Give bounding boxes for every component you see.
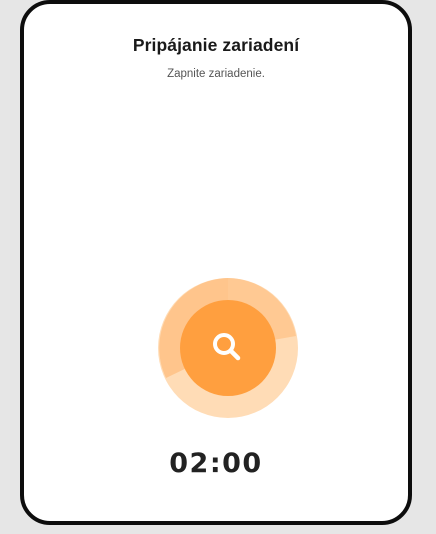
page-subtitle: Zapnite zariadenie. <box>167 68 265 80</box>
search-button[interactable] <box>158 278 298 418</box>
inner-circle <box>180 300 276 396</box>
device-frame: Pripájanie zariadení Zapnite zariadenie.… <box>20 0 412 525</box>
countdown-timer: 02:00 <box>169 448 263 479</box>
page-title: Pripájanie zariadení <box>132 35 300 55</box>
scan-animation <box>158 278 298 418</box>
